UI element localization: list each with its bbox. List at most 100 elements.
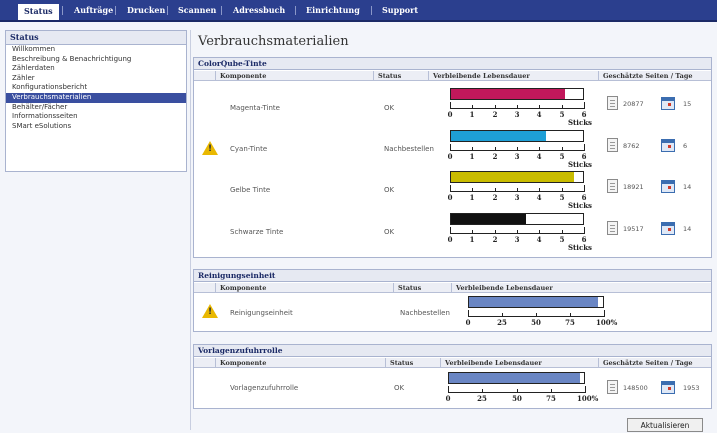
- scale-label: 1: [469, 193, 475, 202]
- page-icon: [607, 138, 618, 152]
- remaining-life-bar: [448, 372, 585, 384]
- scale-label: 4: [536, 152, 542, 161]
- sidebar-item-beschreibung[interactable]: Beschreibung & Benachrichtigung: [6, 55, 186, 65]
- scale-label: 3: [514, 235, 520, 244]
- tab-status[interactable]: Status: [18, 4, 59, 20]
- scale-tick: [562, 147, 563, 151]
- tab-support[interactable]: Support: [376, 3, 424, 18]
- remaining-life-fill: [449, 373, 580, 383]
- header-status: Status: [394, 283, 452, 293]
- scale-label: 100%: [577, 394, 599, 403]
- scale-unit: Sticks: [568, 243, 593, 252]
- page-title: Verbrauchsmaterialien: [198, 34, 349, 49]
- header-seiten-tage: Geschätzte Seiten / Tage: [599, 71, 711, 81]
- scale-tick: [539, 105, 540, 109]
- scale-tick: [584, 185, 585, 192]
- tab-separator: [167, 6, 168, 15]
- scale-tick: [472, 105, 473, 109]
- scale-label: 0: [447, 110, 453, 119]
- scale-tick: [562, 188, 563, 192]
- scale-label: 25: [497, 318, 507, 327]
- scale-label: 75: [565, 318, 575, 327]
- remaining-life-bar: [450, 213, 584, 225]
- tab-scannen[interactable]: Scannen: [172, 3, 222, 18]
- remaining-life-bar: [450, 130, 584, 142]
- scale-label: 50: [512, 394, 522, 403]
- scale-tick: [585, 386, 586, 393]
- component-name: Schwarze Tinte: [230, 228, 284, 236]
- tab-drucken[interactable]: Drucken: [121, 3, 171, 18]
- scale-label: 0: [445, 394, 451, 403]
- tab-separator: [371, 6, 372, 15]
- scale-label: 3: [514, 110, 520, 119]
- sidebar: Status Willkommen Beschreibung & Benachr…: [5, 30, 187, 172]
- scale-tick: [536, 313, 537, 317]
- page-icon: [607, 221, 618, 235]
- scale-label: 4: [536, 193, 542, 202]
- header-status: Status: [386, 358, 441, 368]
- header-status: Status: [374, 71, 429, 81]
- scale-tick: [584, 144, 585, 151]
- estimated-pages: 148500: [623, 384, 648, 392]
- scale-label: 4: [536, 110, 542, 119]
- scale-tick: [450, 102, 451, 109]
- estimated-days: 15: [683, 100, 692, 108]
- cleaning-panel-title: Reinigungseinheit: [194, 270, 711, 282]
- content-divider: [190, 30, 191, 430]
- estimated-days: 6: [683, 142, 688, 150]
- tab-adressbuch[interactable]: Adressbuch: [227, 3, 291, 18]
- page-icon: [607, 380, 618, 394]
- component-name: Reinigungseinheit: [230, 309, 293, 317]
- scale-tick: [517, 105, 518, 109]
- scale-label: 0: [447, 235, 453, 244]
- component-status: OK: [384, 186, 395, 194]
- sidebar-item-behaelter[interactable]: Behälter/Fächer: [6, 103, 186, 113]
- scale-unit: Sticks: [568, 201, 593, 210]
- header-komponente: Komponente: [216, 71, 374, 81]
- estimated-pages: 19517: [623, 225, 644, 233]
- warning-icon: !: [202, 304, 218, 318]
- component-status: OK: [394, 384, 405, 392]
- estimated-days: 1953: [683, 384, 700, 392]
- scale-label: 100%: [596, 318, 618, 327]
- scale-unit: Sticks: [568, 118, 593, 127]
- scale-tick: [562, 230, 563, 234]
- scale-tick: [539, 188, 540, 192]
- remaining-life-fill: [451, 131, 546, 141]
- tab-auftraege[interactable]: Aufträge: [68, 3, 119, 18]
- scale-tick: [450, 144, 451, 151]
- scale-tick: [539, 147, 540, 151]
- scale-label: 2: [492, 110, 498, 119]
- sidebar-item-konfigurationsbericht[interactable]: Konfigurationsbericht: [6, 83, 186, 93]
- calendar-icon: [661, 139, 675, 152]
- header-warning-column: [194, 71, 216, 81]
- header-komponente: Komponente: [216, 358, 386, 368]
- sidebar-item-zaehlerdaten[interactable]: Zählerdaten: [6, 64, 186, 74]
- sidebar-item-willkommen[interactable]: Willkommen: [6, 45, 186, 55]
- tab-separator: [295, 6, 296, 15]
- calendar-icon: [661, 222, 675, 235]
- top-navigation: Status Aufträge Drucken Scannen Adressbu…: [0, 0, 717, 22]
- sidebar-item-smart-esolutions[interactable]: SMart eSolutions: [6, 122, 186, 132]
- scale-label: 3: [514, 193, 520, 202]
- scale-tick: [517, 230, 518, 234]
- header-lebensdauer: Verbleibende Lebensdauer: [429, 71, 599, 81]
- tab-separator: [221, 6, 222, 15]
- tab-einrichtung[interactable]: Einrichtung: [300, 3, 366, 18]
- sidebar-item-verbrauchsmaterialien[interactable]: Verbrauchsmaterialien: [6, 92, 186, 103]
- scale-tick: [472, 230, 473, 234]
- estimated-pages: 8762: [623, 142, 640, 150]
- scale-tick: [450, 185, 451, 192]
- sidebar-item-zaehler[interactable]: Zähler: [6, 74, 186, 84]
- header-warning-column: [194, 358, 216, 368]
- scale-tick: [495, 105, 496, 109]
- scale-label: 75: [546, 394, 556, 403]
- scale-label: 1: [469, 235, 475, 244]
- header-komponente: Komponente: [216, 283, 394, 293]
- ink-panel-title: ColorQube-Tinte: [194, 58, 711, 70]
- calendar-icon: [661, 180, 675, 193]
- remaining-life-fill: [451, 89, 566, 99]
- component-status: OK: [384, 228, 395, 236]
- sidebar-item-informationsseiten[interactable]: Informationsseiten: [6, 112, 186, 122]
- scale-label: 0: [465, 318, 471, 327]
